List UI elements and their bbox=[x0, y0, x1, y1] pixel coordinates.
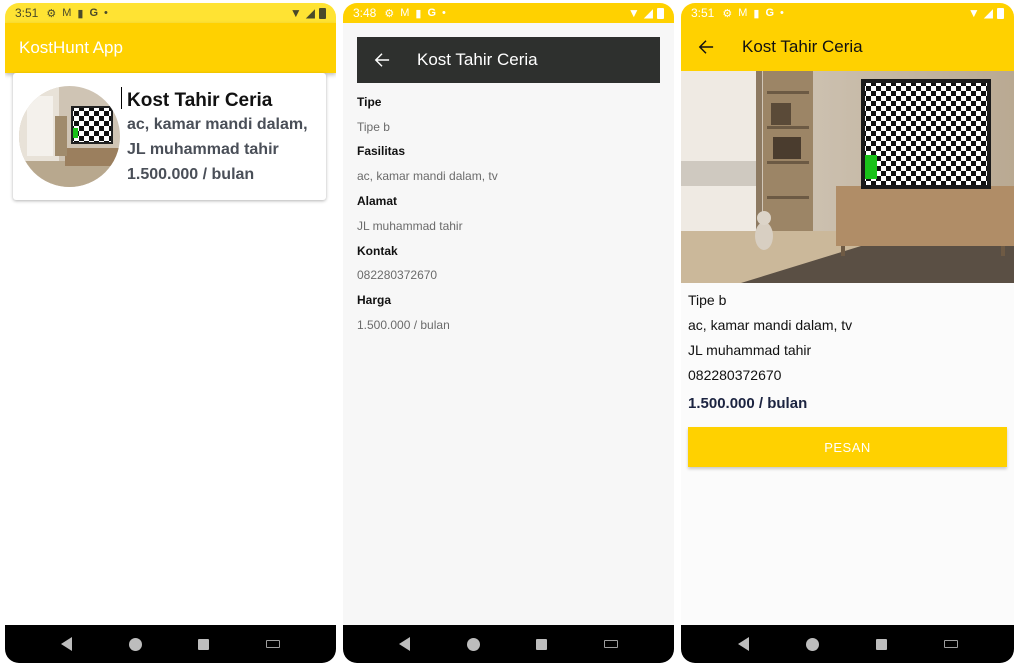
kost-facilities: ac, kamar mandi dalam, tv bbox=[688, 317, 853, 333]
bug-icon: ▮ bbox=[753, 7, 760, 20]
status-bar: 3:51 ⚙ M ▮ G • ▼ ◢ bbox=[5, 3, 336, 23]
kost-address: JL muhammad tahir bbox=[688, 342, 812, 358]
kost-address: JL muhammad tahir bbox=[127, 141, 279, 158]
kost-type: Tipe b bbox=[688, 292, 727, 308]
wifi-icon: ▼ bbox=[967, 6, 980, 20]
label-kontak: Kontak bbox=[357, 244, 398, 258]
signal-icon: ◢ bbox=[643, 6, 653, 20]
pesan-button[interactable]: PESAN bbox=[688, 427, 1007, 467]
phone-detail-text-screen: 3:48 ⚙ M ▮ G • ▼ ◢ Kost Tahir Ceria Tipe… bbox=[343, 3, 674, 663]
kost-price: 1.500.000 / bulan bbox=[688, 395, 808, 412]
google-icon: G bbox=[89, 7, 99, 19]
signal-icon: ◢ bbox=[983, 6, 993, 20]
value-fasilitas: ac, kamar mandi dalam, tv bbox=[357, 169, 498, 183]
battery-icon bbox=[657, 7, 664, 19]
detail-toolbar: Kost Tahir Ceria bbox=[357, 37, 660, 83]
status-bar: 3:48 ⚙ M ▮ G • ▼ ◢ bbox=[343, 3, 674, 23]
value-tipe: Tipe b bbox=[357, 120, 390, 134]
back-arrow-icon[interactable] bbox=[373, 52, 391, 68]
label-tipe: Tipe bbox=[357, 95, 382, 109]
status-time: 3:51 bbox=[15, 6, 39, 20]
value-harga: 1.500.000 / bulan bbox=[357, 318, 450, 332]
nav-recents-icon[interactable] bbox=[536, 638, 548, 650]
signal-icon: ◢ bbox=[305, 6, 315, 20]
app-bar: KostHunt App bbox=[5, 23, 336, 73]
app-title: KostHunt App bbox=[19, 38, 123, 57]
nav-recents-icon[interactable] bbox=[198, 638, 210, 650]
dot-icon: • bbox=[442, 7, 446, 19]
detail-app-bar: Kost Tahir Ceria bbox=[681, 23, 1014, 71]
keyboard-icon[interactable] bbox=[603, 640, 618, 648]
detail-title: Kost Tahir Ceria bbox=[417, 50, 538, 69]
nav-back-icon[interactable] bbox=[61, 637, 73, 651]
nav-home-icon[interactable] bbox=[805, 637, 819, 651]
detail-title: Kost Tahir Ceria bbox=[742, 37, 863, 56]
status-time: 3:51 bbox=[691, 6, 715, 20]
gear-icon: ⚙ bbox=[46, 7, 57, 20]
battery-icon bbox=[319, 7, 326, 19]
nav-back-icon[interactable] bbox=[737, 637, 749, 651]
google-icon: G bbox=[427, 7, 437, 19]
gmail-icon: M bbox=[738, 7, 748, 19]
kost-list-item[interactable]: Kost Tahir Ceria ac, kamar mandi dalam, … bbox=[13, 73, 326, 200]
nav-home-icon[interactable] bbox=[466, 637, 480, 651]
text-cursor bbox=[121, 87, 122, 109]
label-harga: Harga bbox=[357, 293, 392, 307]
gear-icon: ⚙ bbox=[722, 7, 733, 20]
system-nav-bar bbox=[5, 625, 336, 663]
kost-title: Kost Tahir Ceria bbox=[127, 90, 273, 111]
back-arrow-icon[interactable] bbox=[697, 39, 715, 55]
status-bar: 3:51 ⚙ M ▮ G • ▼ ◢ bbox=[681, 3, 1014, 23]
kost-photo bbox=[681, 71, 1014, 283]
gmail-icon: M bbox=[62, 7, 72, 19]
battery-icon bbox=[997, 7, 1004, 19]
wifi-icon: ▼ bbox=[289, 6, 302, 20]
value-kontak: 082280372670 bbox=[357, 268, 438, 282]
phone-list-screen: 3:51 ⚙ M ▮ G • ▼ ◢ KostHunt App Kost Tah… bbox=[5, 3, 336, 663]
system-nav-bar bbox=[681, 625, 1014, 663]
phone-detail-image-screen: 3:51 ⚙ M ▮ G • ▼ ◢ Kost Tahir Ceria Tipe… bbox=[681, 3, 1014, 663]
nav-back-icon[interactable] bbox=[399, 637, 411, 651]
gmail-icon: M bbox=[400, 7, 410, 19]
wifi-icon: ▼ bbox=[627, 6, 640, 20]
status-time: 3:48 bbox=[353, 6, 377, 20]
gear-icon: ⚙ bbox=[384, 7, 395, 20]
dot-icon: • bbox=[780, 7, 784, 19]
bug-icon: ▮ bbox=[77, 7, 84, 20]
google-icon: G bbox=[765, 7, 775, 19]
kost-price: 1.500.000 / bulan bbox=[127, 166, 255, 183]
nav-home-icon[interactable] bbox=[128, 637, 142, 651]
kost-facilities: ac, kamar mandi dalam, bbox=[127, 116, 308, 133]
label-alamat: Alamat bbox=[357, 194, 398, 208]
keyboard-icon[interactable] bbox=[265, 640, 280, 648]
system-nav-bar bbox=[343, 625, 674, 663]
label-fasilitas: Fasilitas bbox=[357, 144, 406, 158]
dot-icon: • bbox=[104, 7, 108, 19]
nav-recents-icon[interactable] bbox=[875, 638, 887, 650]
bug-icon: ▮ bbox=[415, 7, 422, 20]
kost-thumbnail bbox=[19, 86, 120, 187]
kost-contact: 082280372670 bbox=[688, 367, 782, 383]
keyboard-icon[interactable] bbox=[943, 640, 958, 648]
value-alamat: JL muhammad tahir bbox=[357, 219, 463, 233]
